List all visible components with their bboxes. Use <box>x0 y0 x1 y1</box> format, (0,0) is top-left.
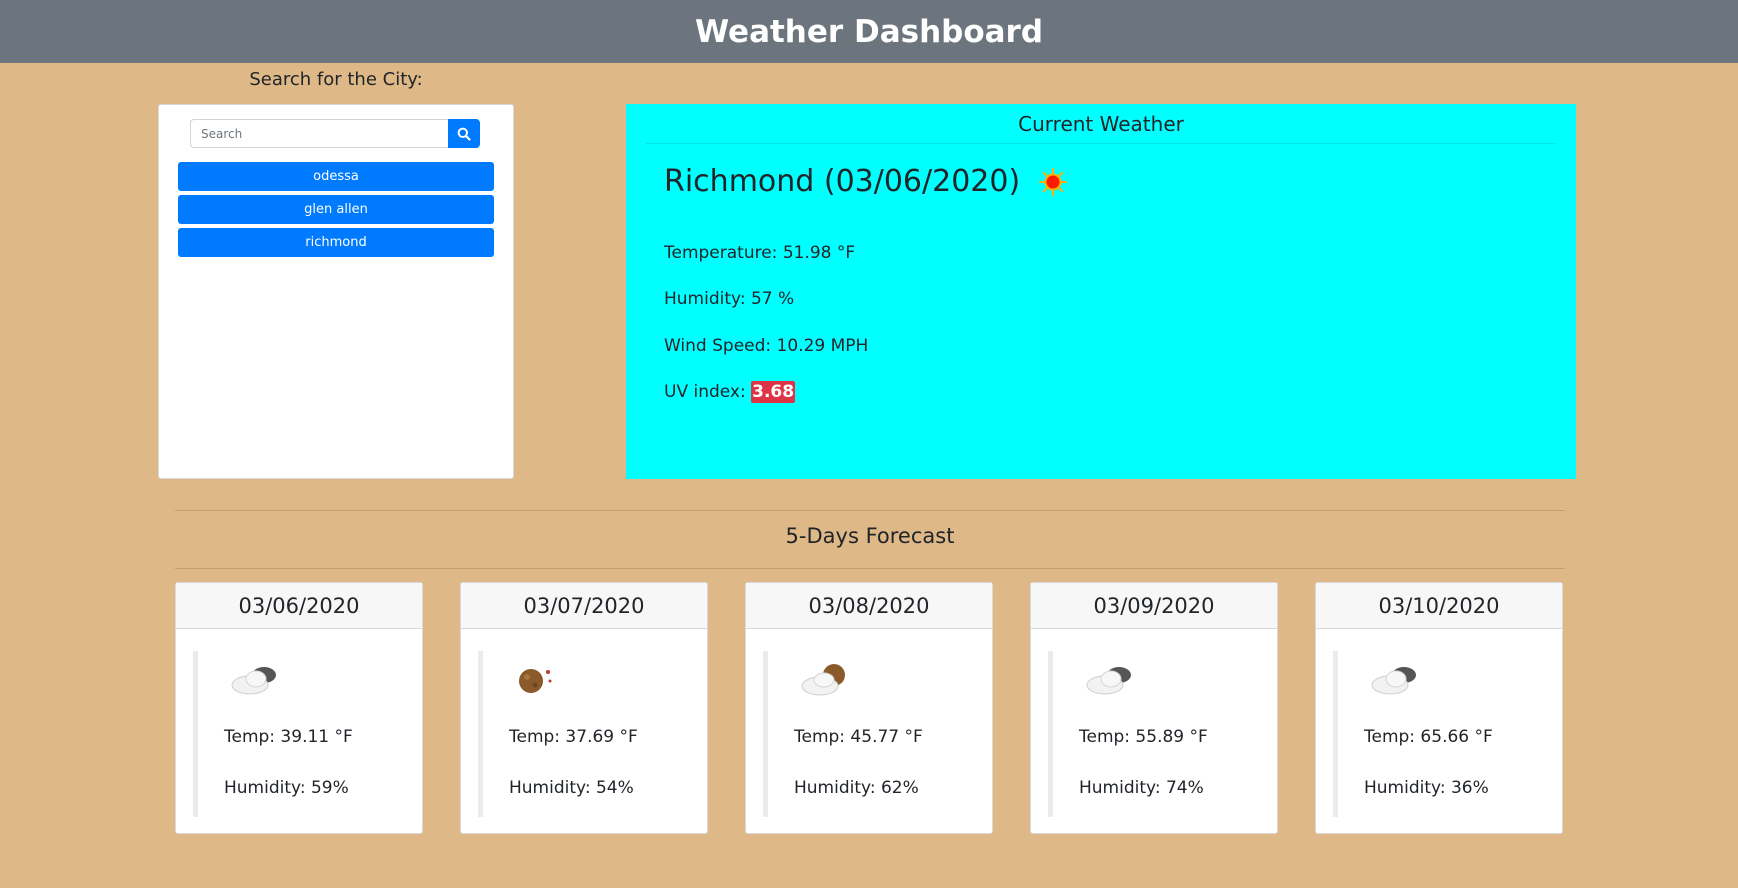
current-weather-title: Current Weather <box>646 104 1556 144</box>
forecast-date: 03/09/2020 <box>1031 583 1277 629</box>
forecast-date: 03/08/2020 <box>746 583 992 629</box>
search-icon <box>457 127 471 141</box>
forecast-date: 03/10/2020 <box>1316 583 1562 629</box>
history-city-button[interactable]: odessa <box>178 162 494 191</box>
sun-icon <box>1039 167 1068 196</box>
cloudy-night-icon <box>801 664 845 696</box>
forecast-humidity: Humidity: 62% <box>794 778 919 798</box>
app-title: Weather Dashboard <box>694 13 1044 50</box>
uv-index-badge: 3.68 <box>751 381 796 403</box>
forecast-temp: Temp: 39.11 °F <box>224 727 353 747</box>
forecast-temp: Temp: 45.77 °F <box>794 727 923 747</box>
forecast-card: 03/10/2020 Temp: 65.66 °F Humidity: 36% <box>1315 582 1563 834</box>
history-city-button[interactable]: glen allen <box>178 195 494 224</box>
forecast-temp: Temp: 55.89 °F <box>1079 727 1208 747</box>
forecast-divider-bottom <box>175 568 1565 569</box>
clear-night-icon <box>519 669 552 693</box>
forecast-title: 5-Days Forecast <box>785 524 955 548</box>
partly-cloudy-icon <box>1086 667 1131 695</box>
forecast-card: 03/07/2020 Temp: 37.69 °F Humidity: 54% <box>460 582 708 834</box>
forecast-card: 03/06/2020 Temp: 39.11 °F Humidity: 59% <box>175 582 423 834</box>
forecast-body: Temp: 45.77 °F Humidity: 62% <box>763 651 975 817</box>
city-date-text: Richmond (03/06/2020) <box>664 164 1021 199</box>
search-heading: Search for the City: <box>249 69 423 90</box>
search-input[interactable] <box>190 119 448 148</box>
app-header: Weather Dashboard <box>0 0 1738 63</box>
current-humidity: Humidity: 57 % <box>664 289 795 309</box>
forecast-body: Temp: 55.89 °F Humidity: 74% <box>1048 651 1260 817</box>
search-history-list: odessa glen allen richmond <box>178 162 494 261</box>
history-city-button[interactable]: richmond <box>178 228 494 257</box>
forecast-body: Temp: 37.69 °F Humidity: 54% <box>478 651 690 817</box>
forecast-body: Temp: 39.11 °F Humidity: 59% <box>193 651 405 817</box>
forecast-card: 03/08/2020 Temp: 45.77 °F Humidity: 62% <box>745 582 993 834</box>
search-button[interactable] <box>448 119 480 148</box>
partly-cloudy-icon <box>231 667 276 695</box>
forecast-divider-top <box>175 510 1565 511</box>
search-row <box>190 119 480 148</box>
current-temperature: Temperature: 51.98 °F <box>664 243 856 263</box>
current-weather-panel: Current Weather Richmond (03/06/2020) Te… <box>626 104 1576 479</box>
forecast-temp: Temp: 65.66 °F <box>1364 727 1493 747</box>
search-panel: odessa glen allen richmond <box>158 104 514 479</box>
city-date-heading: Richmond (03/06/2020) <box>664 164 1068 199</box>
forecast-humidity: Humidity: 74% <box>1079 778 1204 798</box>
forecast-humidity: Humidity: 36% <box>1364 778 1489 798</box>
uv-label: UV index: <box>664 382 752 402</box>
forecast-date: 03/06/2020 <box>176 583 422 629</box>
current-uv: UV index: 3.68 <box>664 381 796 403</box>
forecast-humidity: Humidity: 54% <box>509 778 634 798</box>
forecast-temp: Temp: 37.69 °F <box>509 727 638 747</box>
current-wind-speed: Wind Speed: 10.29 MPH <box>664 336 869 356</box>
forecast-card: 03/09/2020 Temp: 55.89 °F Humidity: 74% <box>1030 582 1278 834</box>
forecast-humidity: Humidity: 59% <box>224 778 349 798</box>
partly-cloudy-icon <box>1371 667 1416 695</box>
forecast-date: 03/07/2020 <box>461 583 707 629</box>
forecast-body: Temp: 65.66 °F Humidity: 36% <box>1333 651 1545 817</box>
